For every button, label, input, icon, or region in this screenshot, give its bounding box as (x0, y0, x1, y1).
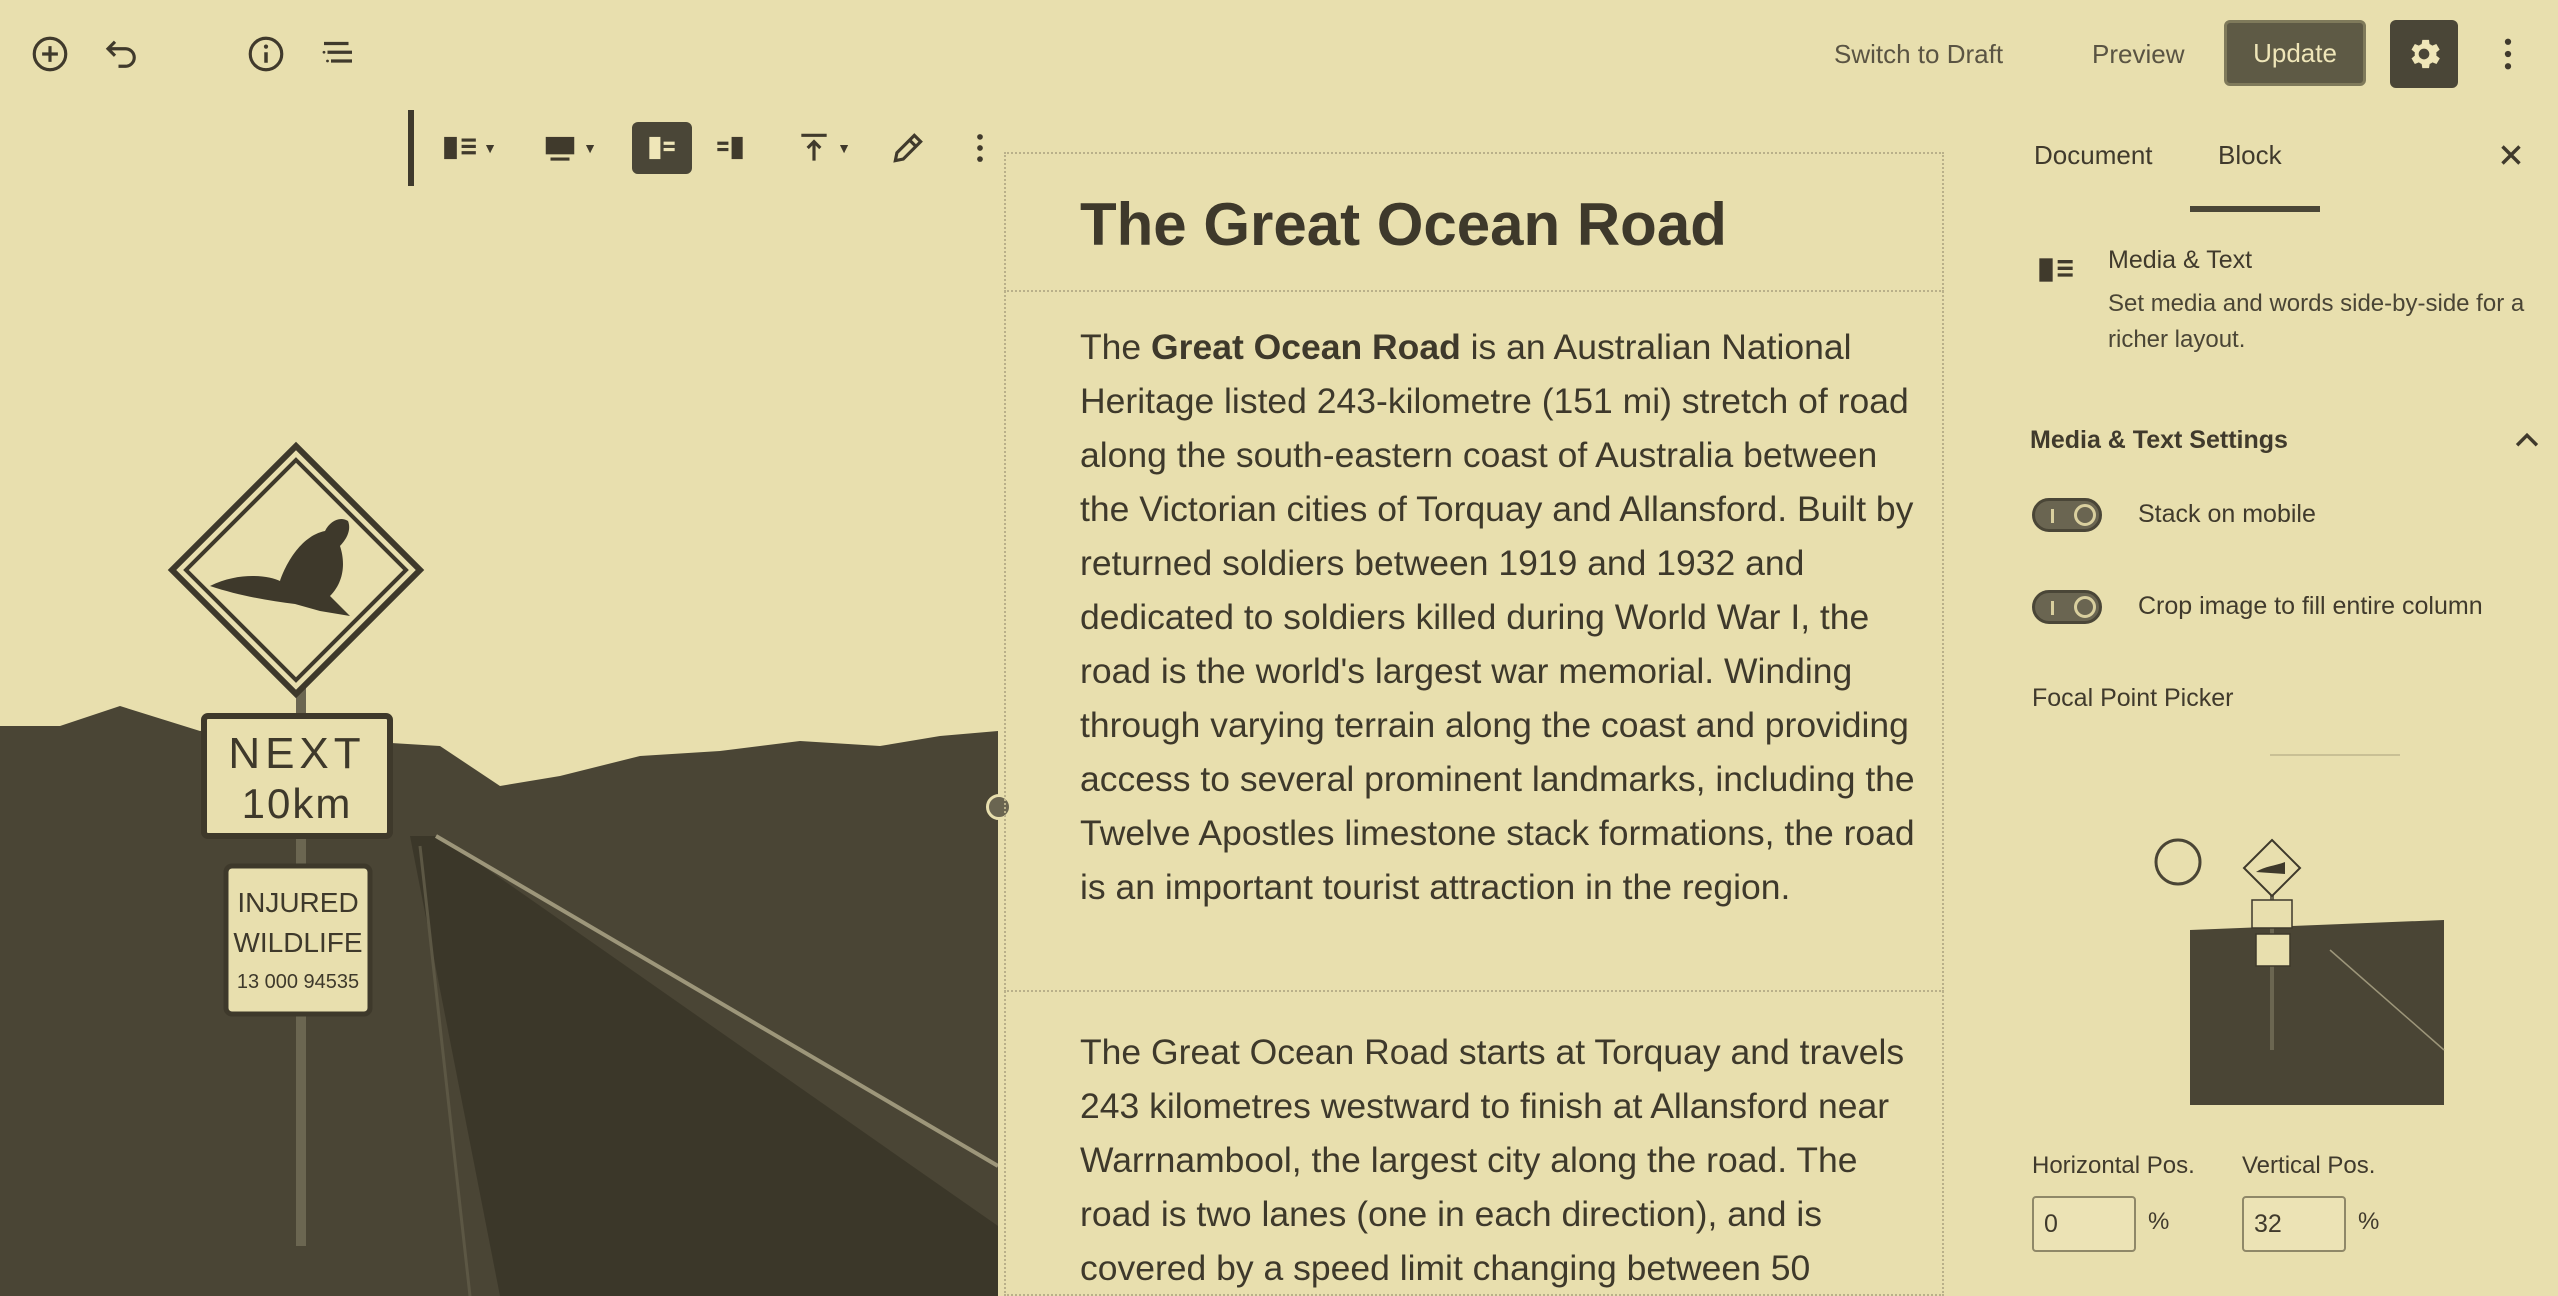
horizontal-pos-input[interactable] (2032, 1196, 2136, 1252)
tab-block[interactable]: Block (2218, 140, 2282, 171)
align-top-icon (801, 133, 827, 161)
media-right-icon (717, 136, 743, 160)
vertical-align-dropdown[interactable]: ▼ (786, 122, 860, 174)
divider (2270, 754, 2400, 756)
sign-next-text: NEXT (228, 729, 365, 778)
media-right-button[interactable] (700, 122, 760, 174)
media-left-button[interactable] (632, 122, 692, 174)
vertical-pos-unit: % (2358, 1208, 2380, 1235)
gear-icon (2411, 39, 2440, 69)
active-tab-indicator (2190, 206, 2320, 212)
settings-button[interactable] (2390, 20, 2458, 88)
panel-title[interactable]: Media & Text Settings (2030, 426, 2288, 455)
add-block-icon[interactable] (26, 30, 74, 78)
tab-document[interactable]: Document (2034, 140, 2153, 171)
settings-sidebar: Document Block Media & Text Set media an… (1994, 110, 2558, 1296)
toggle-on-mark (2051, 601, 2054, 615)
undo-icon[interactable] (98, 30, 146, 78)
horizontal-pos-unit: % (2148, 1208, 2170, 1235)
paragraph-1[interactable]: The Great Ocean Road is an Australian Na… (1080, 320, 1920, 914)
focal-point-handle[interactable] (2154, 838, 2202, 886)
editor-top-bar: Switch to Draft Preview Update (0, 0, 2558, 110)
paragraph-1-text-prefix: The (1080, 327, 1152, 367)
close-icon[interactable] (2494, 138, 2528, 172)
crop-image-toggle[interactable] (2032, 590, 2102, 624)
switch-to-draft-button[interactable]: Switch to Draft (1834, 32, 2003, 76)
more-vertical-icon (977, 134, 983, 162)
paragraph-1-bold: Great Ocean Road (1151, 327, 1461, 367)
stack-on-mobile-toggle[interactable] (2032, 498, 2102, 532)
paragraph-boundary (1004, 290, 1944, 294)
crop-image-label: Crop image to fill entire column (2138, 592, 2483, 620)
vertical-pos-input[interactable] (2242, 1196, 2346, 1252)
sign-phone-text: 13 000 94535 (237, 971, 359, 993)
chevron-down-icon: ▼ (837, 140, 851, 156)
stack-on-mobile-label: Stack on mobile (2138, 500, 2316, 528)
chevron-up-icon[interactable] (2510, 424, 2544, 458)
paragraph-boundary (1004, 990, 1944, 994)
focal-point-label: Focal Point Picker (2032, 684, 2234, 712)
block-card-title: Media & Text (2108, 246, 2253, 274)
media-width-icon (545, 136, 575, 161)
chevron-down-icon: ▼ (583, 140, 597, 156)
focal-point-picker[interactable] (2150, 830, 2450, 1110)
block-type-switcher[interactable]: ▼ (434, 122, 504, 174)
post-heading[interactable]: The Great Ocean Road (1080, 190, 1727, 259)
media-text-block-icon (444, 136, 476, 160)
block-toolbar: ▼ ▼ ▼ (408, 110, 1016, 186)
block-more-options[interactable] (958, 122, 1002, 174)
media-image[interactable]: NEXT 10km INJURED WILDLIFE 13 000 94535 (0, 186, 998, 1296)
edit-pencil-icon (893, 133, 923, 163)
paragraph-2[interactable]: The Great Ocean Road starts at Torquay a… (1080, 1025, 1920, 1295)
edit-media-button[interactable] (880, 122, 936, 174)
preview-button[interactable]: Preview (2092, 32, 2184, 76)
toggle-on-mark (2051, 509, 2054, 523)
toggle-knob (2074, 504, 2096, 526)
block-card-description: Set media and words side-by-side for a r… (2108, 290, 2525, 353)
more-options-icon[interactable] (2484, 30, 2532, 78)
sign-wildlife-text: WILDLIFE (233, 927, 362, 958)
sign-injured-text: INJURED (237, 887, 358, 918)
media-text-block-icon (2039, 258, 2073, 282)
vertical-pos-label: Vertical Pos. (2242, 1152, 2376, 1179)
paragraph-1-text: is an Australian National Heritage liste… (1080, 327, 1915, 907)
media-left-icon (649, 136, 675, 160)
chevron-down-icon: ▼ (483, 140, 497, 156)
sign-distance-text: 10km (242, 780, 353, 827)
outline-list-icon[interactable] (314, 30, 362, 78)
media-width-dropdown[interactable]: ▼ (534, 122, 604, 174)
info-icon[interactable] (242, 30, 290, 78)
horizontal-pos-label: Horizontal Pos. (2032, 1152, 2195, 1179)
update-button[interactable]: Update (2224, 20, 2366, 86)
toggle-knob (2074, 596, 2096, 618)
